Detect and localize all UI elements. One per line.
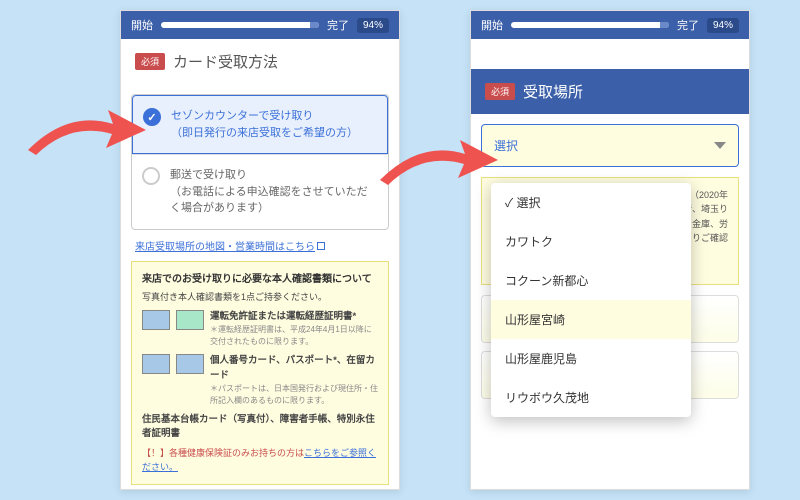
phone-right: 開始 完了 94% 必須 受取場所 選択 選択 カワトク コクーン新都心 山形屋… xyxy=(470,10,750,490)
progress-start: 開始 xyxy=(481,17,503,33)
dropdown-option[interactable]: リウボウ久茂地 xyxy=(491,378,691,417)
section-title: 受取場所 xyxy=(523,81,583,102)
dropdown-option[interactable]: 山形屋鹿児島 xyxy=(491,339,691,378)
license-image-icon xyxy=(142,310,170,330)
location-dropdown-menu: 選択 カワトク コクーン新都心 山形屋宮崎 山形屋鹿児島 リウボウ久茂地 xyxy=(491,183,691,417)
passport-image-icon xyxy=(176,354,204,374)
docs-heading: 来店でのお受け取りに必要な本人確認書類について xyxy=(142,272,378,287)
warning-prefix: 【！】各種健康保険証のみお持ちの方は xyxy=(142,448,304,458)
section-header-pickup-location: 必須 受取場所 xyxy=(471,69,749,114)
section-title: カード受取方法 xyxy=(173,51,278,72)
progress-track xyxy=(511,22,669,28)
docs-subheading: 写真付き本人確認書類を1点ご持参ください。 xyxy=(142,291,378,305)
progress-start: 開始 xyxy=(131,17,153,33)
dropdown-option[interactable]: 選択 xyxy=(491,183,691,222)
section-header-receipt-method: 必須 カード受取方法 xyxy=(121,39,399,84)
receipt-method-radio-group: セゾンカウンターで受け取り （即日発行の来店受取をご希望の方） 郵送で受け取り … xyxy=(131,94,389,230)
chevron-down-icon xyxy=(714,142,726,149)
dropdown-option[interactable]: 山形屋宮崎 xyxy=(491,300,691,339)
radio-label-sub: （お電話による申込確認をさせていただく場合があります） xyxy=(170,184,378,217)
progress-bar: 開始 完了 94% xyxy=(121,11,399,39)
required-badge: 必須 xyxy=(135,53,165,70)
radio-label-main: 郵送で受け取り xyxy=(170,167,378,184)
radio-label-sub: （即日発行の来店受取をご希望の方） xyxy=(171,125,358,142)
license-image-icon xyxy=(176,310,204,330)
doc-item-title: 運転免許証または運転経歴証明書* xyxy=(210,311,356,322)
arrow-icon xyxy=(370,130,500,200)
passport-image-icon xyxy=(142,354,170,374)
external-link-icon xyxy=(317,242,325,250)
radio-counter-pickup[interactable]: セゾンカウンターで受け取り （即日発行の来店受取をご希望の方） xyxy=(132,95,388,154)
progress-end: 完了 xyxy=(677,17,699,33)
dropdown-option[interactable]: コクーン新都心 xyxy=(491,261,691,300)
progress-percent: 94% xyxy=(357,18,389,33)
doc-item-note: ＊運転経歴証明書は、平成24年4月1日以降に交付されたものに限ります。 xyxy=(210,324,378,348)
doc-item-title: 住民基本台帳カード（写真付）、障害者手帳、特別永住者証明書 xyxy=(142,413,378,442)
doc-item-title: 個人番号カード、パスポート*、在留カード xyxy=(210,355,375,380)
progress-track xyxy=(161,22,319,28)
radio-label-main: セゾンカウンターで受け取り xyxy=(171,108,358,125)
dropdown-option[interactable]: カワトク xyxy=(491,222,691,261)
progress-percent: 94% xyxy=(707,18,739,33)
phone-left: 開始 完了 94% 必須 カード受取方法 セゾンカウンターで受け取り （即日発行… xyxy=(120,10,400,490)
id-documents-info: 来店でのお受け取りに必要な本人確認書類について 写真付き本人確認書類を1点ご持参… xyxy=(131,261,389,486)
required-badge: 必須 xyxy=(485,83,515,100)
radio-mail-pickup[interactable]: 郵送で受け取り （お電話による申込確認をさせていただく場合があります） xyxy=(132,154,388,229)
doc-item-note: ＊パスポートは、日本国発行および現住所・住所記入欄のあるものに限ります。 xyxy=(210,383,378,407)
arrow-icon xyxy=(18,100,148,170)
store-location-link[interactable]: 来店受取場所の地図・営業時間はこちら xyxy=(131,230,389,261)
progress-end: 完了 xyxy=(327,17,349,33)
progress-bar: 開始 完了 94% xyxy=(471,11,749,39)
location-select[interactable]: 選択 xyxy=(481,124,739,167)
